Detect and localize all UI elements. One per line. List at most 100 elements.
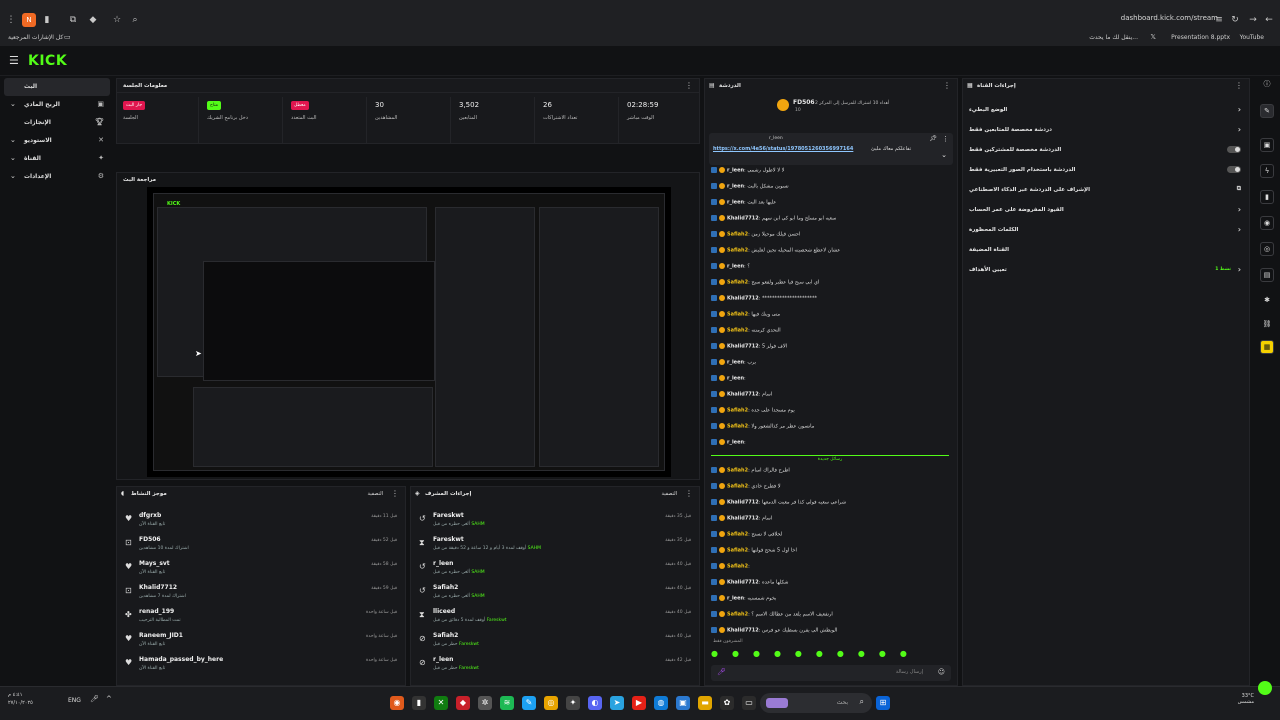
list-item[interactable]: ↺ r_leen ألغى حظره من قبل SAHM قبل 40 دقيقة [411, 557, 699, 581]
wallet-icon[interactable]: ◆ [86, 13, 100, 27]
list-item[interactable]: ⧗ lliceed أوقف لمدة 5 دقائق من قبل Fareskw… [411, 605, 699, 629]
link-icon[interactable]: ⛓ [1260, 318, 1274, 332]
more-icon[interactable]: ⋮ [1235, 81, 1243, 90]
chrome-icon[interactable]: ◎ [544, 696, 558, 710]
chevron-right-icon[interactable]: › [1238, 265, 1241, 274]
language-indicator[interactable]: ENG [68, 697, 81, 704]
chat-message[interactable]: Safiah2: عشان لاعطع شحصيته المحيله تجين … [711, 247, 949, 260]
chat-username[interactable]: Safiah2 [727, 484, 748, 490]
chat-username[interactable]: Safiah2 [727, 612, 748, 618]
chat-username[interactable]: r_leen [727, 360, 744, 366]
menu-icon[interactable]: ⋮ [4, 13, 18, 27]
chat-username[interactable]: Khalid7712 [727, 392, 759, 398]
chat-message[interactable]: Safiah2: لا فطرح خادي [711, 483, 949, 496]
chat-message[interactable]: Safiah2: اطرح فالراك اسام [711, 467, 949, 480]
more-icon[interactable]: ⋮ [943, 81, 951, 90]
chat-message[interactable]: Safiah2: ارتفعيف الاسم يلعد من عطالك الا… [711, 611, 949, 624]
chat-message[interactable]: r_leen: [711, 439, 949, 452]
list-item[interactable]: ♥ Mays_svt تابع القناة الآن قبل 58 دقيقة [117, 557, 405, 581]
bookmark-presentation[interactable]: Presentation 8.pptx [1171, 34, 1230, 41]
pin-icon[interactable]: 📌︎ [929, 135, 937, 142]
app-copilot-icon[interactable]: ✿ [720, 696, 734, 710]
chat-message[interactable]: Khalid7712: اسام [711, 391, 949, 404]
forward-icon[interactable]: → [1246, 13, 1260, 27]
activity-icon[interactable]: ▮ [1260, 190, 1274, 204]
audio-icon[interactable]: ◎ [1260, 242, 1274, 256]
spotify-icon[interactable]: ≋ [500, 696, 514, 710]
mic-icon[interactable]: 🎤︎ [717, 668, 726, 676]
chat-username[interactable]: Khalid7712 [727, 580, 759, 586]
filter-button[interactable]: التصفية [662, 491, 677, 497]
reload-icon[interactable]: ↻ [1228, 13, 1242, 27]
chat-username[interactable]: r_leen [727, 168, 744, 174]
setting-row[interactable]: القيود المفروضة على عمر الحساب › [969, 201, 1241, 219]
app-gear-icon[interactable]: ✲ [478, 696, 492, 710]
bookmark-youtube[interactable]: YouTube [1240, 34, 1264, 41]
moderator-name[interactable]: SAHM [471, 594, 484, 599]
xbox-icon[interactable]: ✕ [434, 696, 448, 710]
chat-message[interactable]: r_leen: برب [711, 359, 949, 372]
chat-message[interactable]: Safiah2: اي ابي سيح قيا عطبر ولفعو سيح [711, 279, 949, 292]
clock[interactable]: ٤:٤١ م ٢٧/١٠/٢٠٢٥ [8, 691, 33, 707]
bookmark-x[interactable]: ينقل لك ما يحدث... [1089, 34, 1138, 41]
app-terminal-icon[interactable]: ▮ [412, 696, 426, 710]
wrench-icon[interactable]: ✱ [1260, 294, 1274, 308]
bookmark-star-icon[interactable]: ☆ [110, 13, 124, 27]
chat-message[interactable]: Khalid7712: الاف فولز 5 [711, 343, 949, 356]
item-username[interactable]: renad_199 [139, 608, 174, 615]
chat-bubble-icon[interactable]: ◉ [1260, 216, 1274, 230]
moderator-name[interactable]: Fareskwt [487, 618, 507, 623]
chat-username[interactable]: Khalid7712 [727, 500, 759, 506]
app-red-icon[interactable]: ◆ [456, 696, 470, 710]
setting-toggle[interactable] [1227, 166, 1241, 173]
chat-message[interactable]: Khalid7712: شكلها ماعده [711, 579, 949, 592]
chat-username[interactable]: Khalid7712 [727, 344, 759, 350]
chat-username[interactable]: r_leen [727, 376, 744, 382]
setting-row[interactable]: الدردشة باستخدام الصور التعبيرية فقط [969, 161, 1241, 179]
nav-item-monetization[interactable]: ⌄ الربح المادي ▣ [4, 96, 110, 114]
telegram-icon[interactable]: ➤ [610, 696, 624, 710]
emoji-icon[interactable]: ☺ [938, 668, 945, 676]
moderator-name[interactable]: SAHM [471, 570, 484, 575]
item-username[interactable]: r_leen [433, 656, 453, 663]
chat-username[interactable]: r_leen [727, 264, 744, 270]
chat-username[interactable]: Safiah2 [727, 248, 748, 254]
item-username[interactable]: FD506 [139, 536, 161, 543]
setting-row[interactable]: القناة المضيفة [969, 241, 1241, 259]
setting-row[interactable]: دردشة مخصصة للمتابعين فقط › [969, 121, 1241, 139]
item-username[interactable]: Fareskwt [433, 512, 464, 519]
nav-item-achievements[interactable]: الإنجازات 🏆︎ [4, 114, 110, 132]
list-item[interactable]: ⊘ Safiah2 حظر من قبل Fareskwt قبل 40 دقيقة [411, 629, 699, 653]
external-link-icon[interactable]: ⧉ [1237, 185, 1241, 193]
list-item[interactable]: ↺ Safiah2 ألغى حظره من قبل SAHM قبل 40 دقيق… [411, 581, 699, 605]
list-item[interactable]: ⊘ r_leen حظر من قبل Fareskwt قبل 42 دقيقة [411, 653, 699, 677]
chat-message[interactable]: r_leen: [711, 375, 949, 388]
item-username[interactable]: dfgrxb [139, 512, 161, 519]
item-username[interactable]: Hamada_passed_by_here [139, 656, 223, 663]
setting-row[interactable]: الكلمات المحظورة › [969, 221, 1241, 239]
pinned-message[interactable]: r_leen https://x.com/4e56/status/1978051… [709, 133, 953, 165]
chat-username[interactable]: Safiah2 [727, 548, 748, 554]
moderator-name[interactable]: Fareskwt [459, 666, 479, 671]
item-username[interactable]: Khalid7712 [139, 584, 177, 591]
app-grey-icon[interactable]: ✦ [566, 696, 580, 710]
chat-username[interactable]: Safiah2 [727, 328, 748, 334]
list-item[interactable]: ♥ Hamada_passed_by_here تابع القناة الآن قب… [117, 653, 405, 677]
moderator-name[interactable]: SAHM [471, 522, 484, 527]
nav-item-stream[interactable]: البث [4, 78, 110, 96]
more-icon[interactable]: ⋮ [685, 489, 693, 498]
item-username[interactable]: Mays_svt [139, 560, 170, 567]
all-bookmarks-link[interactable]: كل الإشارات المرجعية [8, 34, 63, 41]
chevron-right-icon[interactable]: › [1238, 205, 1241, 214]
more-icon[interactable]: ⋮ [391, 489, 399, 498]
extensions-icon[interactable]: ⧉ [66, 13, 80, 27]
chat-message[interactable]: r_leen: لا لا لاطول رشمي [711, 167, 949, 180]
info-icon[interactable]: ⓘ [1260, 78, 1274, 92]
chat-message[interactable]: r_leen: ؟ [711, 263, 949, 276]
tab-list-icon[interactable]: ≡ [1212, 13, 1226, 27]
chat-message[interactable]: Khalid7712: ********************** [711, 295, 949, 308]
store-icon[interactable]: ▣ [676, 696, 690, 710]
more-icon[interactable]: ⋮ [942, 135, 949, 143]
task-view-icon[interactable]: ▭ [742, 696, 756, 710]
nav-item-studio[interactable]: ⌄ الاستوديو ✕ [4, 132, 110, 150]
